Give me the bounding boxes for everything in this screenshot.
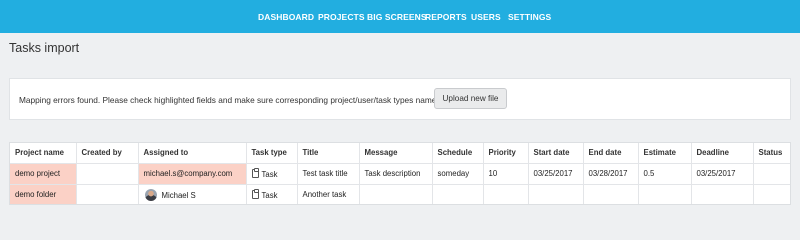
cell-end-date: 03/28/2017 xyxy=(583,163,639,185)
cell-start-date xyxy=(528,184,584,204)
nav-projects[interactable]: PROJECTS xyxy=(318,0,365,33)
table-header-row: Project name Created by Assigned to Task… xyxy=(10,143,790,164)
column-header: Assigned to xyxy=(138,143,247,164)
cell-task-type: Task xyxy=(246,163,298,185)
clipboard-icon xyxy=(251,167,259,178)
column-header: Estimate xyxy=(638,143,692,164)
cell-schedule: someday xyxy=(432,163,484,185)
task-type-label: Task xyxy=(261,169,278,179)
column-header: Status xyxy=(753,143,790,164)
column-header: Task type xyxy=(246,143,298,164)
column-header: Title xyxy=(297,143,360,164)
column-header: Deadline xyxy=(691,143,754,164)
tasks-table: Project name Created by Assigned to Task… xyxy=(10,143,790,204)
nav-dashboard[interactable]: DASHBOARD xyxy=(258,0,314,33)
cell-estimate xyxy=(638,184,692,204)
cell-estimate: 0.5 xyxy=(638,163,692,185)
cell-deadline: 03/25/2017 xyxy=(691,163,754,185)
import-table: Project name Created by Assigned to Task… xyxy=(9,142,791,205)
column-header: Start date xyxy=(528,143,584,164)
cell-created-by xyxy=(76,163,139,185)
cell-deadline xyxy=(691,184,754,204)
cell-status xyxy=(753,184,790,204)
nav-settings[interactable]: SETTINGS xyxy=(508,0,551,33)
cell-task-type: Task xyxy=(246,184,298,204)
cell-message xyxy=(359,184,433,204)
cell-priority xyxy=(483,184,529,204)
nav-users[interactable]: USERS xyxy=(471,0,501,33)
cell-assigned-to-error[interactable]: michael.s@company.com xyxy=(138,163,247,185)
column-header: End date xyxy=(583,143,639,164)
task-type-label: Task xyxy=(261,190,278,200)
cell-end-date xyxy=(583,184,639,204)
assignee-name: Michael S xyxy=(161,190,196,200)
cell-created-by xyxy=(76,184,139,204)
nav-reports[interactable]: REPORTS xyxy=(425,0,467,33)
top-navigation-bar: DASHBOARD PROJECTS BIG SCREENS REPORTS U… xyxy=(0,0,800,33)
column-header: Project name xyxy=(10,143,77,164)
clipboard-icon xyxy=(251,188,259,199)
mapping-error-notice: Mapping errors found. Please check highl… xyxy=(9,78,791,120)
cell-title: Test task title xyxy=(297,163,360,185)
table-row: demo project michael.s@company.com Task … xyxy=(10,163,790,185)
cell-project-name-error[interactable]: demo project xyxy=(10,163,77,185)
column-header: Created by xyxy=(76,143,139,164)
cell-title: Another task xyxy=(297,184,360,204)
cell-start-date: 03/25/2017 xyxy=(528,163,584,185)
cell-priority: 10 xyxy=(483,163,529,185)
nav-big-screens[interactable]: BIG SCREENS xyxy=(367,0,427,33)
cell-status xyxy=(753,163,790,185)
error-message: Mapping errors found. Please check highl… xyxy=(19,95,468,105)
cell-assigned-to: Michael S xyxy=(138,184,247,204)
cell-message: Task description xyxy=(359,163,433,185)
table-row: demo folder Michael S Task Another task xyxy=(10,184,790,204)
column-header: Priority xyxy=(483,143,529,164)
cell-schedule xyxy=(432,184,484,204)
cell-project-name-error[interactable]: demo folder xyxy=(10,184,77,204)
column-header: Schedule xyxy=(432,143,484,164)
page-title: Tasks import xyxy=(9,41,80,55)
upload-new-file-button[interactable]: Upload new file xyxy=(434,88,507,109)
column-header: Message xyxy=(359,143,433,164)
user-avatar xyxy=(144,188,157,201)
